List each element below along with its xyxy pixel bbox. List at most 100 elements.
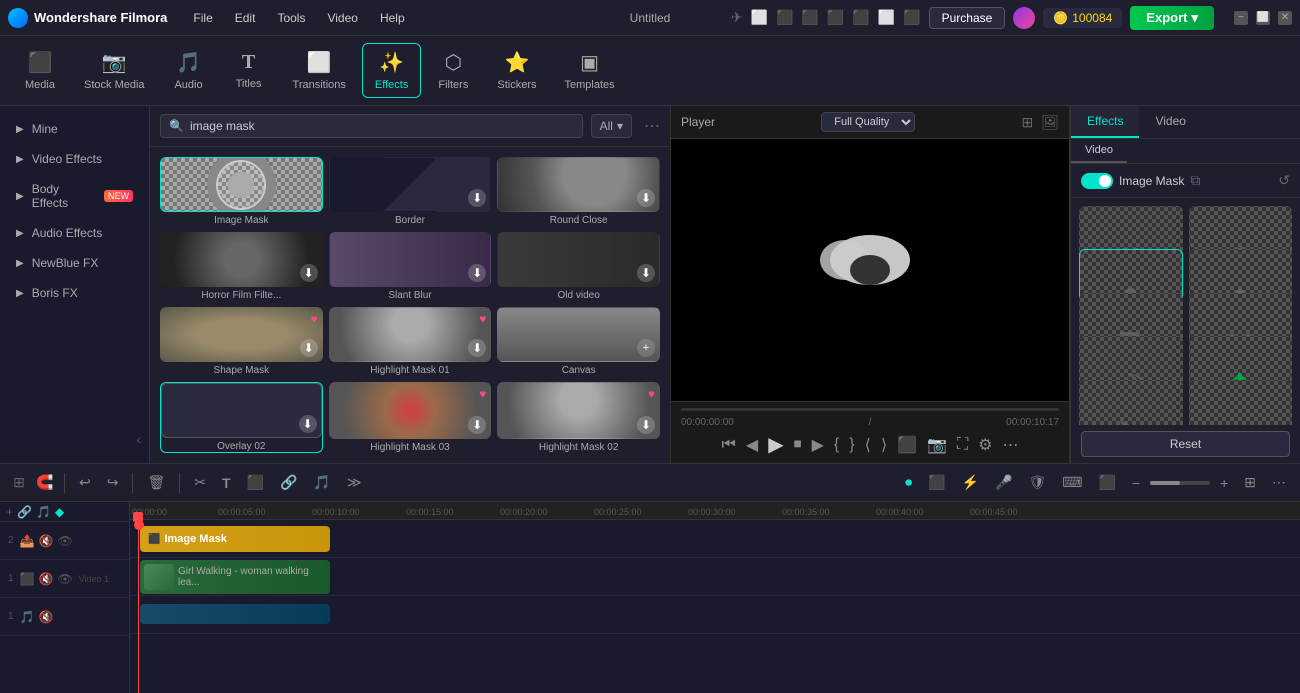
tab-video[interactable]: Video: [1139, 106, 1201, 138]
mask-circle[interactable]: [1189, 380, 1293, 425]
text-button[interactable]: T: [216, 471, 237, 495]
skip-back-icon[interactable]: ⏮: [721, 436, 735, 454]
group-icon[interactable]: ⊞: [8, 472, 30, 494]
grid-view-icon[interactable]: ⊞: [1021, 114, 1033, 131]
close-button[interactable]: ✕: [1278, 11, 1292, 25]
frame-back-icon[interactable]: ◀: [746, 435, 758, 455]
sidebar-item-audio-effects[interactable]: ▶ Audio Effects: [0, 218, 149, 248]
record-icon[interactable]: ⏺: [899, 470, 918, 495]
voice-icon[interactable]: 🎤: [989, 470, 1018, 495]
speed-icon[interactable]: ⚡: [956, 470, 985, 495]
tool-transitions[interactable]: ⬜ Transitions: [281, 44, 358, 97]
topbar-icon-8[interactable]: ⬛: [903, 9, 920, 26]
menu-help[interactable]: Help: [370, 7, 415, 29]
effect-card-slant-blur[interactable]: ⬇ Slant Blur: [329, 232, 492, 301]
magnet-icon[interactable]: 🧲: [34, 472, 56, 494]
topbar-icon-5[interactable]: ⬛: [827, 9, 844, 26]
user-avatar[interactable]: [1013, 7, 1035, 29]
effect-card-shape-mask[interactable]: ♥ ⬇ Shape Mask: [160, 307, 323, 376]
settings-icon[interactable]: ⚙: [978, 435, 992, 455]
copy-mask-icon[interactable]: ⧉: [1190, 172, 1200, 189]
effect-card-highlight-01[interactable]: ♥ ⬇ Highlight Mask 01: [329, 307, 492, 376]
track-2-export-icon[interactable]: 📤: [20, 534, 35, 548]
effect-card-canvas[interactable]: + Canvas: [497, 307, 660, 376]
tool-media[interactable]: ⬛ Media: [12, 44, 68, 97]
maximize-button[interactable]: ⬜: [1256, 11, 1270, 25]
effect-card-old-video[interactable]: ⬇ Old video: [497, 232, 660, 301]
track-2-visibility-icon[interactable]: 👁: [57, 534, 72, 548]
audio-track-icon[interactable]: 🎵: [36, 505, 51, 519]
topbar-icon-3[interactable]: ⬛: [776, 9, 793, 26]
clip-image-mask[interactable]: ⬛ Image Mask: [140, 526, 330, 552]
tool-stock-media[interactable]: 📷 Stock Media: [72, 44, 157, 97]
clip-to-timeline-icon[interactable]: ⬛: [897, 435, 917, 455]
clip-audio[interactable]: [140, 604, 330, 624]
add-track-icon[interactable]: +: [6, 505, 13, 519]
audio-button[interactable]: 🎵: [307, 470, 336, 495]
snapshot-icon[interactable]: 📷: [927, 435, 947, 455]
stop-button[interactable]: ⏹: [794, 436, 802, 454]
undo-button[interactable]: ↩: [73, 470, 97, 495]
progress-bar[interactable]: [681, 408, 1059, 411]
sidebar-item-newblue[interactable]: ▶ NewBlue FX: [0, 248, 149, 278]
mark-out-icon[interactable]: }: [849, 436, 854, 454]
image-view-icon[interactable]: 🖼: [1041, 114, 1059, 131]
keyboard-icon[interactable]: ⌨: [1056, 470, 1088, 495]
link-track-icon[interactable]: 🔗: [17, 505, 32, 519]
track-audio-mute-icon[interactable]: 🔇: [39, 610, 54, 624]
split-icon[interactable]: ⬛: [922, 470, 951, 495]
prev-frame-icon[interactable]: ⟨: [865, 435, 871, 455]
tool-audio[interactable]: 🎵 Audio: [161, 44, 217, 97]
search-filter-dropdown[interactable]: All ▾: [591, 114, 632, 138]
export-button[interactable]: Export ▾: [1130, 6, 1214, 30]
keyframe-icon[interactable]: ◆: [55, 505, 64, 519]
sidebar-item-video-effects[interactable]: ▶ Video Effects: [0, 144, 149, 174]
tool-effects[interactable]: ✨ Effects: [362, 43, 421, 98]
topbar-icon-7[interactable]: ⬜: [878, 9, 895, 26]
menu-file[interactable]: File: [183, 7, 222, 29]
search-input[interactable]: [190, 119, 574, 133]
topbar-icon-1[interactable]: ✈: [731, 9, 743, 26]
effect-card-horror[interactable]: ⬇ Horror Film Filte...: [160, 232, 323, 301]
reset-icon[interactable]: ↺: [1278, 172, 1290, 189]
tab-effects[interactable]: Effects: [1071, 106, 1139, 138]
track-1-layout-icon[interactable]: ⬛: [20, 572, 35, 586]
tool-titles[interactable]: T Titles: [221, 45, 277, 96]
menu-tools[interactable]: Tools: [267, 7, 315, 29]
menu-edit[interactable]: Edit: [225, 7, 266, 29]
frame-forward-icon[interactable]: ▶: [812, 435, 824, 455]
quality-select[interactable]: Full Quality: [821, 112, 915, 132]
image-mask-toggle[interactable]: [1081, 173, 1113, 189]
shield-icon[interactable]: 🛡: [1022, 470, 1052, 495]
delete-button[interactable]: 🗑: [141, 470, 171, 495]
cut-button[interactable]: ✂: [188, 470, 212, 495]
track-2-mute-icon[interactable]: 🔇: [39, 534, 54, 548]
effect-card-border[interactable]: ⬇ Border: [329, 157, 492, 226]
tool-filters[interactable]: ⬡ Filters: [425, 44, 481, 97]
zoom-slider[interactable]: [1150, 481, 1210, 485]
zoom-plus-button[interactable]: +: [1214, 471, 1234, 495]
track-1-visibility-icon[interactable]: 👁: [57, 572, 72, 586]
more-edit-icon[interactable]: ≫: [341, 470, 368, 495]
mask-arrow[interactable]: [1079, 380, 1183, 425]
effect-card-image-mask[interactable]: Image Mask: [160, 157, 323, 226]
next-frame-icon[interactable]: ⟩: [881, 435, 887, 455]
clip-button[interactable]: ⬛: [241, 470, 270, 495]
sidebar-item-boris[interactable]: ▶ Boris FX: [0, 278, 149, 308]
purchase-button[interactable]: Purchase: [929, 7, 1006, 29]
link-button[interactable]: 🔗: [274, 470, 303, 495]
tool-templates[interactable]: ▣ Templates: [552, 44, 626, 97]
sub-tab-video[interactable]: Video: [1071, 139, 1127, 163]
effect-card-highlight-03[interactable]: ♥ ⬇ Highlight Mask 03: [329, 382, 492, 453]
effect-card-round-close[interactable]: ⬇ Round Close: [497, 157, 660, 226]
menu-video[interactable]: Video: [317, 7, 367, 29]
topbar-icon-4[interactable]: ⬛: [801, 9, 818, 26]
track-1-mute-icon[interactable]: 🔇: [39, 572, 54, 586]
clip-video[interactable]: Girl Walking - woman walking lea...: [140, 560, 330, 594]
topbar-icon-6[interactable]: ⬛: [852, 9, 869, 26]
grid-layout-icon[interactable]: ⊞: [1238, 470, 1262, 495]
tool-stickers[interactable]: ⭐ Stickers: [485, 44, 548, 97]
reset-button[interactable]: Reset: [1081, 431, 1290, 457]
topbar-icon-2[interactable]: ⬜: [751, 9, 768, 26]
export2-icon[interactable]: ⬛: [1092, 470, 1121, 495]
